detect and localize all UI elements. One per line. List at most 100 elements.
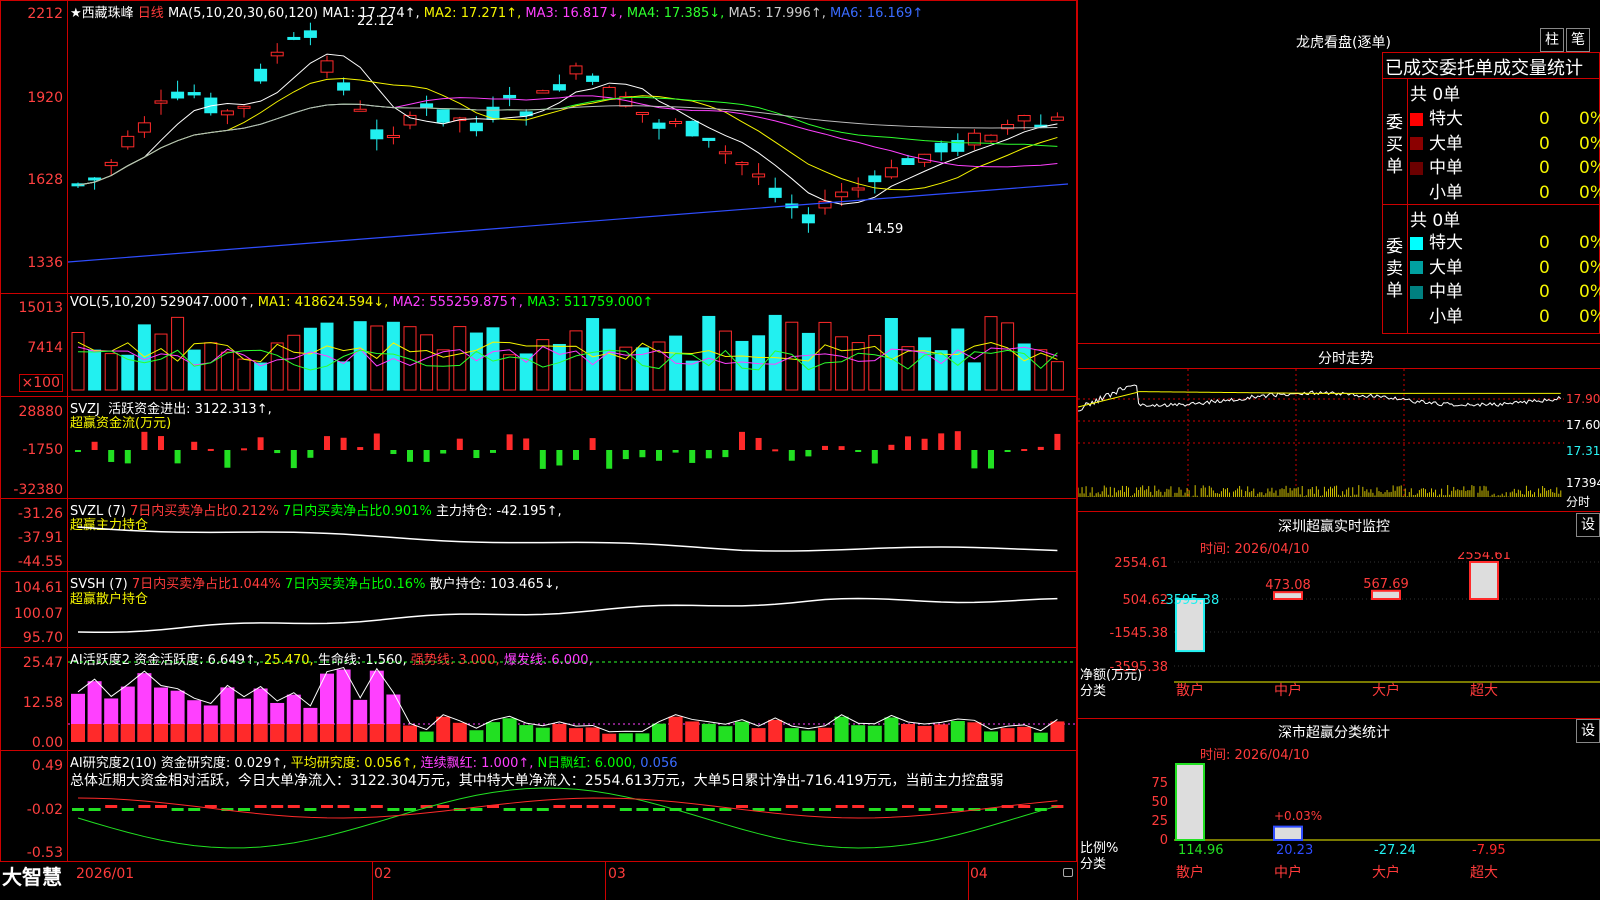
vol-bar (884, 317, 898, 391)
ai-res-chart[interactable] (68, 786, 1076, 860)
ai2-tick: 25.47 (22, 655, 63, 671)
ares-bar (586, 805, 599, 808)
vol-bar (602, 328, 616, 391)
svzj-bar (788, 450, 795, 461)
price-chart[interactable] (68, 14, 1076, 292)
svsh-line (77, 597, 1058, 634)
svzj-bar (556, 450, 563, 466)
pen-mode-button[interactable]: 笔 (1566, 28, 1590, 52)
candle (1050, 116, 1064, 121)
vol-bar (652, 341, 666, 391)
intraday-title: 分时走势 (1318, 351, 1374, 367)
ai2-chart[interactable] (68, 660, 1076, 750)
sell-row-pct: 0% (1579, 233, 1600, 253)
candle (669, 121, 683, 125)
candle (635, 111, 649, 115)
svzj-bar (805, 450, 812, 457)
class-chart[interactable]: 75 50 25 0 比例%分类 114.96 散户 20.23 中户 -27.24 大户 -7.95… (1078, 760, 1600, 900)
ai2-bar (419, 731, 434, 742)
vol-unit: ×100 (18, 374, 63, 392)
sell-row: 特大 0 0% (1410, 228, 1600, 253)
svzj-bar (473, 450, 480, 459)
svzj-bar (573, 450, 579, 460)
svzl-tick: -31.26 (17, 506, 63, 522)
svzj-bar (1037, 446, 1044, 450)
svzj-tick: -1750 (22, 442, 63, 458)
ares-bar (852, 805, 865, 808)
sell-row-count: 0 (1539, 233, 1550, 253)
low-label: 14.59 (866, 222, 904, 237)
ares-bar (935, 805, 948, 808)
svzj-bar (390, 450, 397, 455)
svzj-bar (124, 450, 131, 464)
vol-bar (204, 342, 218, 391)
ares-bar (918, 808, 931, 811)
svzj-bar (722, 450, 729, 458)
class-category: 超大 (1470, 865, 1498, 881)
ai2-bar (801, 730, 816, 742)
svzj-bar (357, 447, 364, 450)
buy-row: 特大 0 0% (1410, 104, 1600, 129)
ai2-bar (818, 727, 832, 742)
vol-bar (386, 321, 400, 391)
monitor-settings-button[interactable]: 设 (1576, 513, 1600, 537)
ai-res-b: 平均研究度: 0.056↑, (290, 756, 417, 771)
svsh-tick: 104.61 (14, 580, 63, 596)
monitor-value: 567.69 (1363, 577, 1409, 592)
class-cat-label: 分类 (1080, 857, 1106, 872)
legend-swatch (1410, 285, 1423, 299)
svsh-chart[interactable] (68, 590, 1076, 646)
candle (735, 162, 749, 166)
ai-res-title: AI研究度2(10) (70, 756, 157, 771)
candle (237, 105, 251, 109)
monitor-title: 深圳超赢实时监控 (1278, 519, 1390, 535)
vol-bar (420, 334, 434, 391)
ares-bar (287, 805, 300, 808)
ai2-bar (1050, 721, 1065, 742)
svzl-tick: -37.91 (17, 530, 63, 546)
bar-mode-button[interactable]: 柱 (1540, 28, 1564, 52)
ai2-bar (917, 725, 932, 742)
class-title: 深市超赢分类统计 (1278, 725, 1390, 741)
candle (503, 94, 517, 99)
ai2-base (369, 724, 384, 742)
class-note: +0.03% (1274, 809, 1322, 823)
dragon-mid-sep (1382, 204, 1600, 205)
ai2-base (104, 724, 119, 742)
ai-res-a: 资金研究度: 0.029↑, (160, 756, 287, 771)
ares-green-line (77, 787, 1058, 849)
svzj-chart[interactable] (68, 412, 1076, 498)
svzj-bar (855, 450, 862, 452)
class-settings-button[interactable]: 设 (1576, 719, 1600, 743)
legend-swatch (1410, 112, 1423, 126)
ares-bar (121, 808, 134, 811)
ai2-bar (535, 727, 550, 742)
candle (187, 92, 201, 96)
svzl-chart[interactable] (68, 515, 1076, 571)
svzj-bar (257, 437, 264, 450)
ai2-bar (967, 722, 982, 742)
sell-row-count: 0 (1539, 282, 1550, 302)
brand-logo: 大智慧 (2, 865, 62, 889)
vol-bar (270, 342, 284, 391)
monitor-chart[interactable]: 2554.61504.62-1545.38-3595.38净额(万元)分类-35… (1078, 552, 1600, 712)
dragon-col-sep (1407, 78, 1408, 334)
buy-row-pct: 0% (1579, 182, 1600, 203)
svzj-bar (440, 450, 447, 454)
candle (552, 84, 566, 91)
candle (220, 110, 234, 116)
intraday-chart[interactable] (1078, 369, 1564, 509)
ai2-bar (668, 716, 683, 742)
monitor-bar (1371, 589, 1401, 600)
ai2-bar (585, 727, 600, 742)
monitor-axis-label: 净额(万元) (1080, 668, 1142, 683)
volume-chart[interactable] (68, 312, 1076, 392)
ares-bar (321, 805, 333, 808)
sell-row-name: 中单 (1429, 282, 1463, 302)
sell-row: 大单 0 0% (1410, 253, 1600, 278)
vol-bar (254, 362, 268, 391)
candle (752, 173, 766, 178)
candle (353, 108, 367, 112)
lock-icon[interactable] (1063, 868, 1073, 877)
ai2-bar (685, 721, 700, 742)
